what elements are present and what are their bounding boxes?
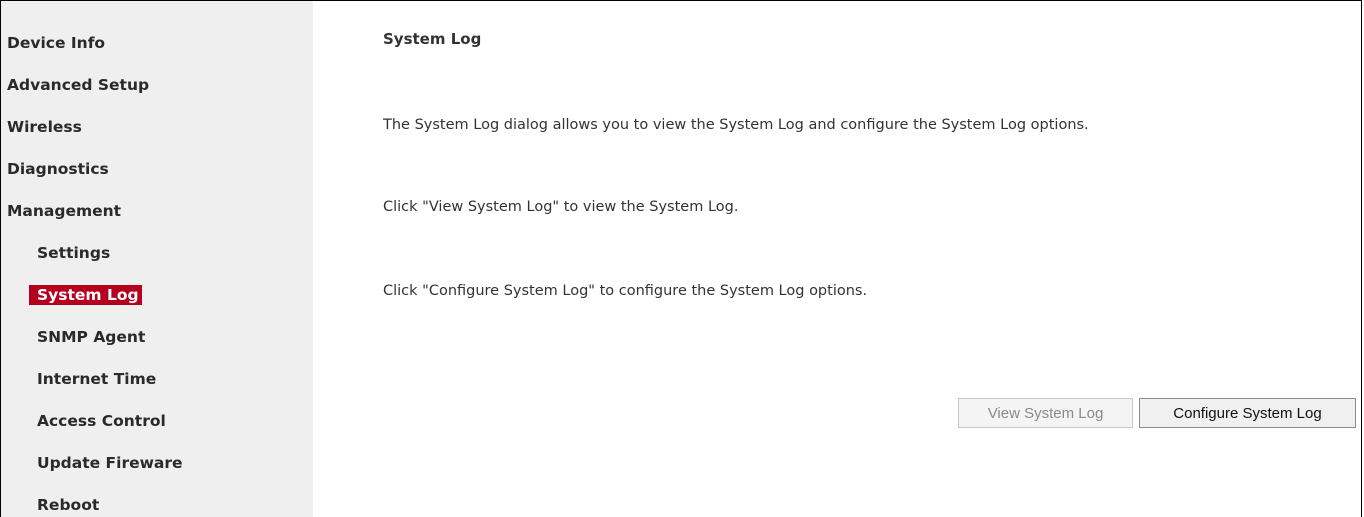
view-instruction-text: Click "View System Log" to view the Syst… [383,199,739,215]
sidebar-item-diagnostics[interactable]: Diagnostics [7,158,109,180]
sidebar-item-wireless[interactable]: Wireless [7,116,82,138]
configure-instruction-text: Click "Configure System Log" to configur… [383,283,868,299]
page-title: System Log [383,30,482,48]
sidebar-item-snmp-agent[interactable]: SNMP Agent [37,326,145,348]
sidebar-item-system-log[interactable]: System Log [29,285,142,305]
sidebar-nav: Device Info Advanced Setup Wireless Diag… [1,1,313,517]
description-text: The System Log dialog allows you to view… [383,117,1089,133]
sidebar-item-device-info[interactable]: Device Info [7,32,105,54]
main-content: System Log The System Log dialog allows … [313,1,1364,517]
sidebar-item-settings[interactable]: Settings [37,242,110,264]
view-system-log-button[interactable]: View System Log [958,398,1133,428]
sidebar-item-access-control[interactable]: Access Control [37,410,166,432]
sidebar-item-management[interactable]: Management [7,200,121,222]
sidebar-item-update-fireware[interactable]: Update Fireware [37,452,183,474]
sidebar-item-reboot[interactable]: Reboot [37,494,99,516]
configure-system-log-button[interactable]: Configure System Log [1139,398,1356,428]
sidebar-item-internet-time[interactable]: Internet Time [37,368,156,390]
sidebar-item-advanced-setup[interactable]: Advanced Setup [7,74,149,96]
